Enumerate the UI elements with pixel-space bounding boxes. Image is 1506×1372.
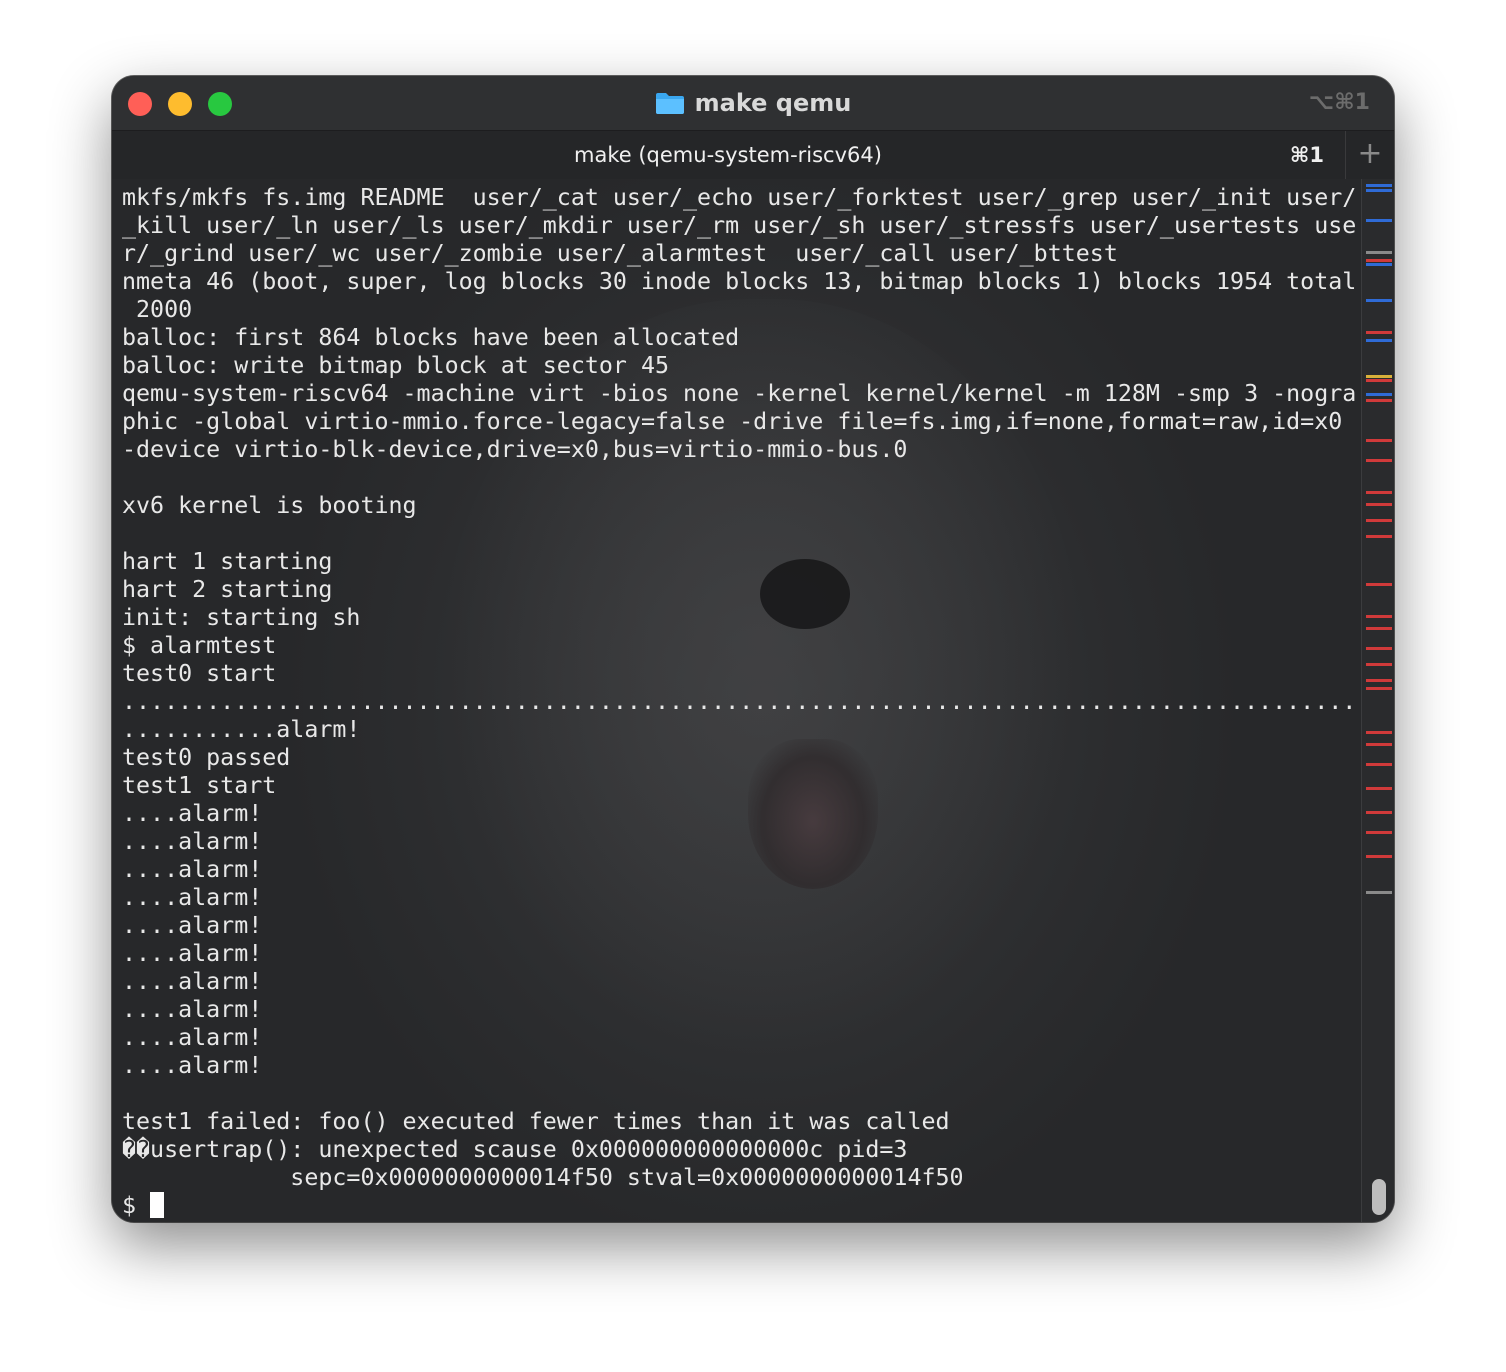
terminal-content[interactable]: mkfs/mkfs fs.img README user/_cat user/_… — [112, 179, 1394, 1222]
terminal-line: _kill user/_ln user/_ls user/_mkdir user… — [122, 212, 1357, 239]
shell-prompt: $ — [122, 1192, 151, 1219]
scrollbar-marker — [1366, 299, 1392, 302]
scrollbar-marker — [1366, 763, 1392, 766]
scrollbar-marker — [1366, 259, 1392, 262]
scrollbar-marker — [1366, 647, 1392, 650]
title-bar[interactable]: make qemu ⌥⌘1 — [112, 76, 1394, 130]
scrollbar-marker — [1366, 663, 1392, 666]
terminal-line: ....alarm! — [122, 1024, 263, 1051]
tab-make-qemu[interactable]: make (qemu-system-riscv64) ⌘1 — [112, 131, 1344, 179]
terminal-line: ....alarm! — [122, 996, 263, 1023]
terminal-line: r/_grind user/_wc user/_zombie user/_ala… — [122, 240, 1118, 267]
window-title: make qemu — [112, 88, 1394, 118]
terminal-line: test1 failed: foo() executed fewer times… — [122, 1108, 950, 1135]
folder-icon — [655, 91, 685, 115]
scrollbar-marker — [1366, 263, 1392, 266]
scrollbar-marker — [1366, 519, 1392, 522]
terminal-line: ....alarm! — [122, 800, 263, 827]
scrollbar-marker — [1366, 393, 1392, 396]
scrollbar-marker — [1366, 535, 1392, 538]
scrollbar-marker — [1366, 399, 1392, 402]
terminal-line: hart 1 starting — [122, 548, 333, 575]
terminal-line: ....alarm! — [122, 968, 263, 995]
terminal-line: 2000 — [122, 296, 193, 323]
scrollbar-marker — [1366, 189, 1392, 192]
scrollbar-marker — [1366, 679, 1392, 682]
scrollbar-marker — [1366, 627, 1392, 630]
terminal-line: mkfs/mkfs fs.img README user/_cat user/_… — [122, 184, 1357, 211]
prompt-line[interactable]: $ — [122, 1192, 1362, 1220]
text-cursor — [150, 1192, 165, 1218]
scrollbar-marker — [1366, 891, 1392, 894]
terminal-line: test1 start — [122, 772, 277, 799]
terminal-line: ....alarm! — [122, 828, 263, 855]
window-title-text: make qemu — [694, 89, 852, 117]
scrollbar-thumb[interactable] — [1372, 1179, 1386, 1215]
scrollbar-marker — [1366, 459, 1392, 462]
terminal-line: nmeta 46 (boot, super, log blocks 30 ino… — [122, 268, 1357, 295]
terminal-line: phic -global virtio-mmio.force-legacy=fa… — [122, 408, 1343, 435]
terminal-line: sepc=0x0000000000014f50 stval=0x00000000… — [122, 1164, 964, 1191]
scrollbar-marker — [1366, 375, 1392, 378]
scrollbar-marker — [1366, 811, 1392, 814]
terminal-output[interactable]: mkfs/mkfs fs.img README user/_cat user/_… — [122, 184, 1362, 1220]
window-shortcut: ⌥⌘1 — [1308, 90, 1370, 115]
terminal-line: qemu-system-riscv64 -machine virt -bios … — [122, 380, 1357, 407]
scrollbar-marker — [1366, 615, 1392, 618]
scrollbar-marker — [1366, 251, 1392, 254]
terminal-line: ...........alarm! — [122, 716, 361, 743]
scrollbar[interactable] — [1361, 179, 1394, 1222]
scrollbar-marker — [1366, 331, 1392, 334]
terminal-line: test0 passed — [122, 744, 291, 771]
scrollbar-marker — [1366, 503, 1392, 506]
scrollbar-marker — [1366, 491, 1392, 494]
scrollbar-marker — [1366, 787, 1392, 790]
terminal-line: xv6 kernel is booting — [122, 492, 417, 519]
scrollbar-marker — [1366, 339, 1392, 342]
terminal-line: ....alarm! — [122, 884, 263, 911]
terminal-line: test0 start — [122, 660, 277, 687]
plus-icon: + — [1357, 136, 1383, 171]
terminal-line: ....alarm! — [122, 912, 263, 939]
terminal-line: init: starting sh — [122, 604, 361, 631]
scrollbar-marker — [1366, 743, 1392, 746]
scrollbar-marker — [1366, 439, 1392, 442]
scrollbar-marker — [1366, 855, 1392, 858]
scrollbar-marker — [1366, 184, 1392, 187]
tab-label: make (qemu-system-riscv64) — [574, 143, 882, 167]
terminal-line: balloc: write bitmap block at sector 45 — [122, 352, 670, 379]
terminal-window: make qemu ⌥⌘1 make (qemu-system-riscv64)… — [112, 76, 1394, 1222]
scrollbar-marker — [1366, 583, 1392, 586]
new-tab-button[interactable]: + — [1345, 131, 1394, 179]
terminal-line: hart 2 starting — [122, 576, 333, 603]
scrollbar-marker — [1366, 731, 1392, 734]
terminal-line: $ alarmtest — [122, 632, 277, 659]
terminal-line: ....alarm! — [122, 856, 263, 883]
terminal-line: ��usertrap(): unexpected scause 0x000000… — [122, 1136, 908, 1163]
scrollbar-marker — [1366, 379, 1392, 382]
scrollbar-marker — [1366, 831, 1392, 834]
scrollbar-marker — [1366, 687, 1392, 690]
terminal-line: balloc: first 864 blocks have been alloc… — [122, 324, 740, 351]
terminal-line: ........................................… — [122, 688, 1357, 715]
terminal-line: ....alarm! — [122, 1052, 263, 1079]
terminal-line: -device virtio-blk-device,drive=x0,bus=v… — [122, 436, 908, 463]
tab-bar: make (qemu-system-riscv64) ⌘1 + — [112, 130, 1394, 180]
tab-shortcut: ⌘1 — [1289, 143, 1324, 167]
scrollbar-marker — [1366, 219, 1392, 222]
terminal-line: ....alarm! — [122, 940, 263, 967]
